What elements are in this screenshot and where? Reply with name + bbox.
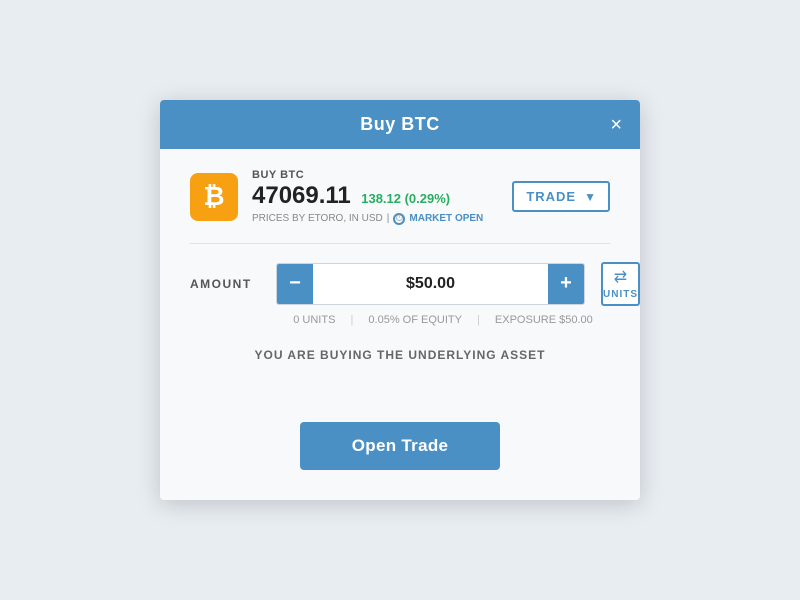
- price-row: 47069.11 138.12 (0.29%): [252, 183, 483, 209]
- equity-value: 0.05% OF EQUITY: [368, 314, 462, 326]
- amount-row: AMOUNT − + ⇄ UNITS: [190, 262, 610, 306]
- modal-title: Buy BTC: [360, 114, 440, 135]
- btc-icon: ₿: [190, 173, 238, 221]
- modal-body: ₿ BUY BTC 47069.11 138.12 (0.29%) PRICES…: [160, 149, 640, 499]
- units-value: 0 UNITS: [293, 314, 335, 326]
- asset-price: 47069.11: [252, 182, 351, 209]
- separator: |: [387, 213, 390, 224]
- chevron-down-icon: ▼: [584, 190, 596, 204]
- underlying-asset-message: YOU ARE BUYING THE UNDERLYING ASSET: [190, 348, 610, 362]
- asset-row: ₿ BUY BTC 47069.11 138.12 (0.29%) PRICES…: [190, 169, 610, 224]
- trade-dropdown-label: TRADE: [526, 189, 576, 204]
- prices-by: PRICES BY ETORO, IN USD: [252, 213, 383, 224]
- asset-change: 138.12 (0.29%): [361, 191, 450, 206]
- units-toggle-button[interactable]: ⇄ UNITS: [601, 262, 640, 306]
- amount-label: AMOUNT: [190, 277, 260, 291]
- amount-input[interactable]: [313, 275, 548, 293]
- open-trade-button[interactable]: Open Trade: [300, 422, 500, 470]
- buy-btc-modal: Buy BTC × ₿ BUY BTC 47069.11 138.12 (0.2…: [160, 100, 640, 499]
- asset-info: ₿ BUY BTC 47069.11 138.12 (0.29%) PRICES…: [190, 169, 483, 224]
- close-button[interactable]: ×: [610, 115, 622, 135]
- asset-details: BUY BTC 47069.11 138.12 (0.29%) PRICES B…: [252, 169, 483, 224]
- trade-dropdown[interactable]: TRADE ▼: [512, 181, 610, 212]
- amount-info: 0 UNITS | 0.05% OF EQUITY | EXPOSURE $50…: [276, 314, 610, 326]
- market-status: MARKET OPEN: [409, 213, 483, 224]
- decrease-button[interactable]: −: [277, 264, 313, 304]
- asset-label: BUY BTC: [252, 169, 483, 181]
- amount-control: − +: [276, 263, 585, 305]
- swap-icon: ⇄: [614, 267, 627, 287]
- market-icon: ⏱: [393, 213, 405, 225]
- units-label: UNITS: [603, 289, 638, 300]
- asset-meta: PRICES BY ETORO, IN USD | ⏱ MARKET OPEN: [252, 213, 483, 225]
- increase-button[interactable]: +: [548, 264, 584, 304]
- modal-header: Buy BTC ×: [160, 100, 640, 149]
- divider: [190, 243, 610, 244]
- exposure-value: EXPOSURE $50.00: [495, 314, 593, 326]
